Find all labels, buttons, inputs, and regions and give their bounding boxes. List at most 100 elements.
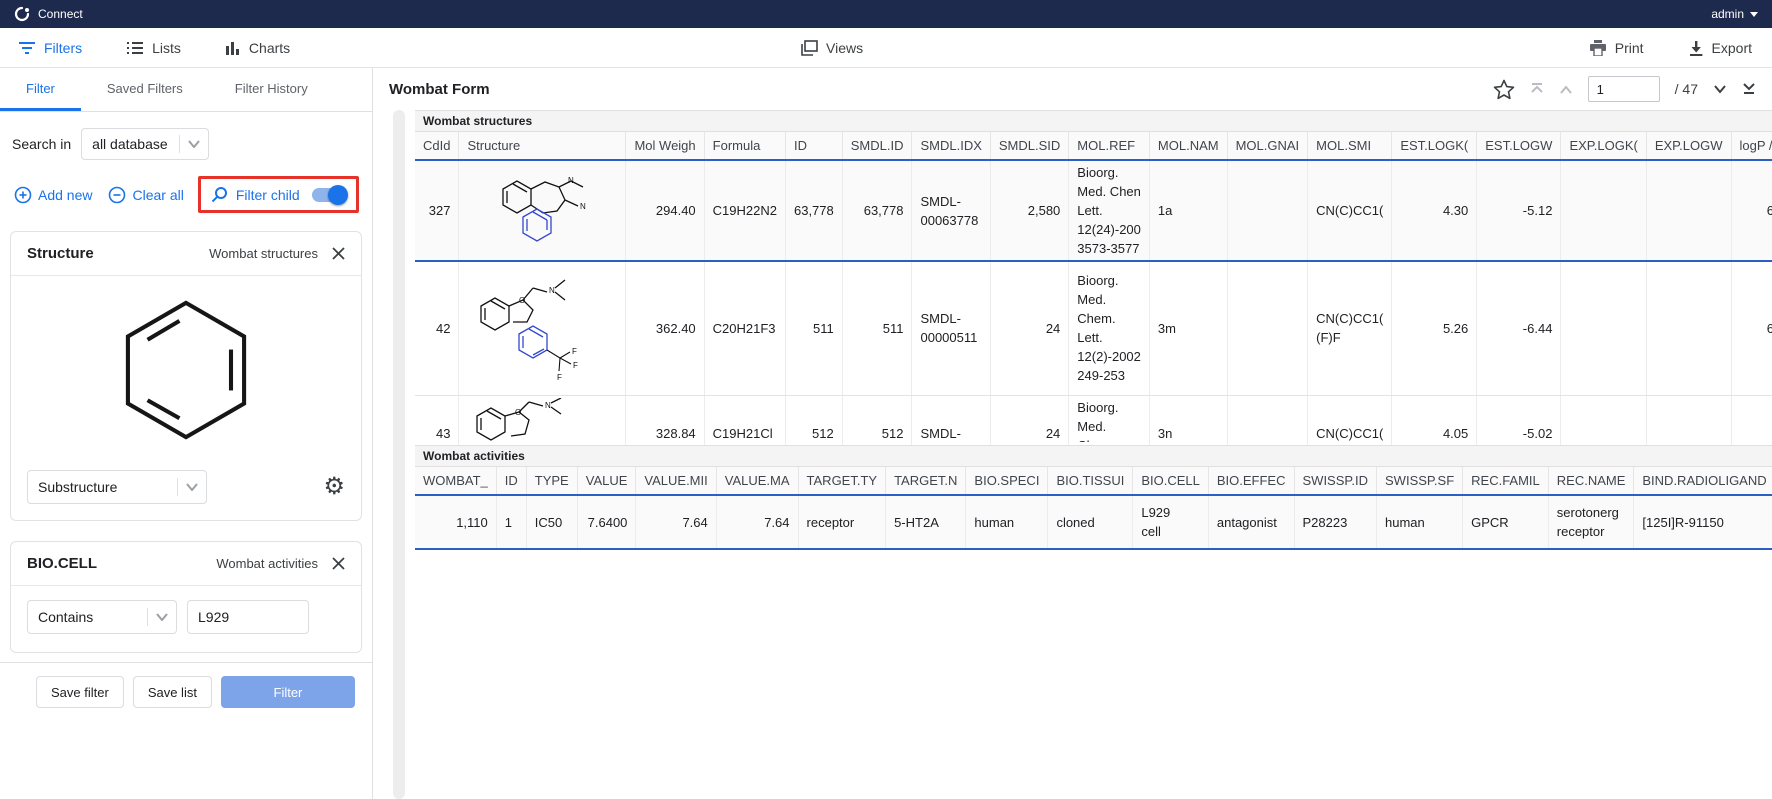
column-header[interactable]: MOL.REF <box>1069 132 1150 160</box>
nav-views[interactable]: Views <box>800 40 863 56</box>
table-cell: 42 <box>415 261 459 395</box>
table-cell: 512 <box>785 395 842 445</box>
cell-text: [125I]R-91150 <box>1642 515 1723 530</box>
cell-text: SMDL- 00000511 <box>920 311 977 345</box>
tab-saved-filters[interactable]: Saved Filters <box>81 68 209 111</box>
column-header[interactable]: BIO.TISSUI <box>1048 467 1133 495</box>
table-cell: 3m <box>1149 261 1227 395</box>
clear-all-button[interactable]: Clear all <box>100 180 191 210</box>
tab-filter-history[interactable]: Filter History <box>209 68 334 111</box>
tab-filter[interactable]: Filter <box>0 68 81 111</box>
cell-text: CN(C)CC1( (F)F <box>1316 311 1383 345</box>
structures-row[interactable]: 42 NO FFF 362.40C20H21F3511511SMDL- 0000… <box>415 261 1772 395</box>
column-header[interactable]: BIO.SPECI <box>966 467 1048 495</box>
svg-text:N: N <box>545 401 551 410</box>
column-header[interactable]: MOL.NAM <box>1149 132 1227 160</box>
table-cell: -5.12 <box>1477 160 1561 261</box>
column-header[interactable]: WOMBAT_ <box>415 467 496 495</box>
biocell-value-input[interactable] <box>187 600 309 634</box>
close-structure-filter-button[interactable] <box>332 247 345 260</box>
structures-row[interactable]: 327 NN 294.40C19H22N263,77863,778SMDL- 0… <box>415 160 1772 261</box>
svg-text:N: N <box>549 286 555 295</box>
column-header[interactable]: REC.FAMIL <box>1463 467 1549 495</box>
filter-button[interactable]: Filter <box>221 676 355 708</box>
sidebar-footer: Save filter Save list Filter <box>0 662 372 708</box>
column-header[interactable]: MOL.SMI <box>1308 132 1392 160</box>
user-menu[interactable]: admin <box>1711 7 1758 21</box>
form-scrollbar[interactable] <box>393 110 405 799</box>
search-mode-select[interactable]: Substructure <box>27 470 207 504</box>
structure-card-title: Structure <box>27 245 94 262</box>
activities-row[interactable]: 1,1101IC507.64007.647.64receptor5-HT2Ahu… <box>415 495 1772 549</box>
column-header[interactable]: ID <box>785 132 842 160</box>
column-header[interactable]: BIND.RADIOLIGAND <box>1634 467 1772 495</box>
table-cell: L929 cell <box>1133 495 1209 549</box>
next-record-icon[interactable] <box>1713 85 1727 94</box>
structure-card-scope: Wombat structures <box>209 246 318 261</box>
column-header[interactable]: Mol Weigh <box>626 132 704 160</box>
column-header[interactable]: TYPE <box>526 467 577 495</box>
column-header[interactable]: BIO.CELL <box>1133 467 1209 495</box>
column-header[interactable]: VALUE.MA <box>716 467 798 495</box>
column-header[interactable]: Formula <box>704 132 785 160</box>
nav-lists[interactable]: Lists <box>126 40 181 56</box>
column-header[interactable]: VALUE.MII <box>636 467 716 495</box>
list-icon <box>126 41 144 55</box>
nav-print[interactable]: Print <box>1589 40 1644 56</box>
column-header[interactable]: VALUE <box>577 467 636 495</box>
record-total: / 47 <box>1675 81 1698 97</box>
database-select[interactable]: all database <box>81 128 209 160</box>
favorite-star-icon[interactable] <box>1493 79 1515 100</box>
column-header[interactable]: EXP.LOGW <box>1646 132 1731 160</box>
column-header[interactable]: BIO.EFFEC <box>1208 467 1294 495</box>
close-icon <box>332 557 345 570</box>
structure-editor-canvas[interactable] <box>11 276 361 464</box>
cell-text: Bioorg. Med. Chem. Lett. 12(2)-2002 249-… <box>1077 273 1141 383</box>
column-header[interactable]: Structure <box>459 132 626 160</box>
column-header[interactable]: SWISSP.ID <box>1294 467 1377 495</box>
nav-filters[interactable]: Filters <box>18 40 82 56</box>
table-cell: 3n <box>1149 395 1227 445</box>
table-cell <box>1646 261 1731 395</box>
column-header[interactable]: MOL.GNAI <box>1227 132 1308 160</box>
molecule-structure-43: NO <box>467 398 617 442</box>
column-header[interactable]: SWISSP.SF <box>1377 467 1463 495</box>
column-header[interactable]: EXP.LOGK( <box>1561 132 1646 160</box>
structures-row[interactable]: 43 NO 328.84C19H21Cl512512SMDL-24Bioorg.… <box>415 395 1772 445</box>
table-cell: 63,778 <box>785 160 842 261</box>
operator-select[interactable]: Contains <box>27 600 177 634</box>
column-header[interactable]: ID <box>496 467 526 495</box>
database-select-value: all database <box>82 136 179 152</box>
table-cell: 5-HT2A <box>886 495 966 549</box>
caret-down-icon <box>1750 11 1758 17</box>
nav-charts[interactable]: Charts <box>225 40 290 56</box>
filter-child-toggle[interactable] <box>312 188 346 202</box>
close-biocell-filter-button[interactable] <box>332 557 345 570</box>
record-number-input[interactable] <box>1588 76 1660 102</box>
nav-export[interactable]: Export <box>1688 40 1752 56</box>
column-header[interactable]: EST.LOGK( <box>1392 132 1477 160</box>
column-header[interactable]: SMDL.ID <box>842 132 912 160</box>
structures-header-row: CdIdStructureMol WeighFormulaIDSMDL.IDSM… <box>415 132 1772 160</box>
first-record-icon[interactable] <box>1530 83 1544 95</box>
column-header[interactable]: TARGET.TY <box>798 467 886 495</box>
save-filter-button[interactable]: Save filter <box>36 676 124 708</box>
column-header[interactable]: SMDL.IDX <box>912 132 990 160</box>
column-header[interactable]: SMDL.SID <box>990 132 1068 160</box>
last-record-icon[interactable] <box>1742 83 1756 95</box>
column-header[interactable]: EST.LOGW <box>1477 132 1561 160</box>
cell-text: CN(C)CC1( <box>1316 203 1383 218</box>
previous-record-icon[interactable] <box>1559 85 1573 94</box>
table-cell: receptor <box>798 495 886 549</box>
views-icon <box>800 40 818 56</box>
column-header[interactable]: REC.NAME <box>1548 467 1634 495</box>
close-icon <box>332 247 345 260</box>
column-header[interactable]: CdId <box>415 132 459 160</box>
table-cell: 7.64 <box>716 495 798 549</box>
column-header[interactable]: logP / MW <box>1731 132 1772 160</box>
export-download-icon <box>1688 40 1704 56</box>
structure-options-gear-icon[interactable]: ⚙ <box>323 475 345 499</box>
save-list-button[interactable]: Save list <box>133 676 212 708</box>
add-new-button[interactable]: Add new <box>6 180 100 210</box>
column-header[interactable]: TARGET.N <box>886 467 966 495</box>
